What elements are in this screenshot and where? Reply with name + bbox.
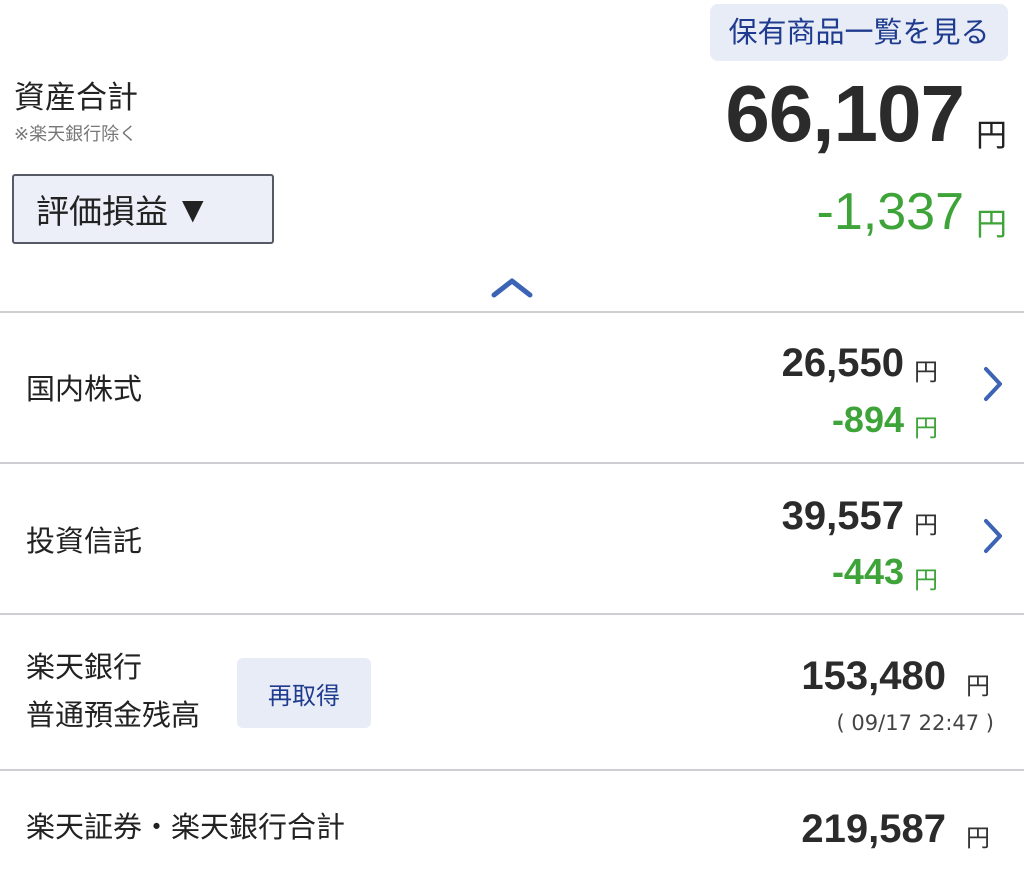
investment-trusts-change-unit: 円 [914,566,938,594]
domestic-stocks-label: 国内株式 [26,372,143,406]
bank-balance-unit: 円 [966,672,990,700]
investment-trusts-change: -443 [831,551,904,592]
refetch-button[interactable]: 再取得 [237,658,371,728]
asset-total-note: ※楽天銀行除く [14,124,138,145]
divider [0,769,1024,771]
domestic-stocks-amount: 26,550 [781,341,904,385]
investment-trusts-amount: 39,557 [781,494,904,538]
investment-trusts-label: 投資信託 [26,524,143,558]
asset-total-label: 資産合計 [14,80,138,116]
view-holdings-button[interactable]: 保有商品一覧を見る [710,4,1008,61]
domestic-stocks-change: -894 [831,399,904,440]
chevron-right-icon[interactable] [982,365,1004,403]
chevron-up-icon[interactable] [491,276,533,298]
asset-total-change: -1,337 [816,183,964,241]
combined-total-unit: 円 [966,824,990,852]
bank-name: 楽天銀行 [26,650,143,684]
eval-type-value: 評価損益 [36,192,168,231]
asset-total-amount: 66,107 [725,69,965,158]
combined-total-amount: 219,587 [801,807,946,851]
bank-balance-amount: 153,480 [801,654,946,698]
divider [0,613,1024,615]
investment-trusts-unit: 円 [914,511,938,539]
divider [0,311,1024,313]
triangle-down-icon: ▼ [182,192,204,226]
asset-total-unit: 円 [976,118,1007,154]
eval-type-dropdown[interactable]: 評価損益 ▼ [12,174,274,244]
domestic-stocks-unit: 円 [914,358,938,386]
bank-balance-timestamp: ( 09/17 22:47 ) [836,711,994,735]
combined-total-label: 楽天証券・楽天銀行合計 [26,810,346,844]
asset-summary-page: 保有商品一覧を見る 資産合計 ※楽天銀行除く 66,107 円 評価損益 ▼ -… [0,0,1024,874]
divider [0,462,1024,464]
bank-account-type: 普通預金残高 [26,697,201,732]
chevron-right-icon[interactable] [982,517,1004,555]
domestic-stocks-change-unit: 円 [914,414,938,442]
bank-balance-label: 楽天銀行 普通預金残高 [26,644,200,740]
asset-total-change-unit: 円 [976,207,1007,243]
